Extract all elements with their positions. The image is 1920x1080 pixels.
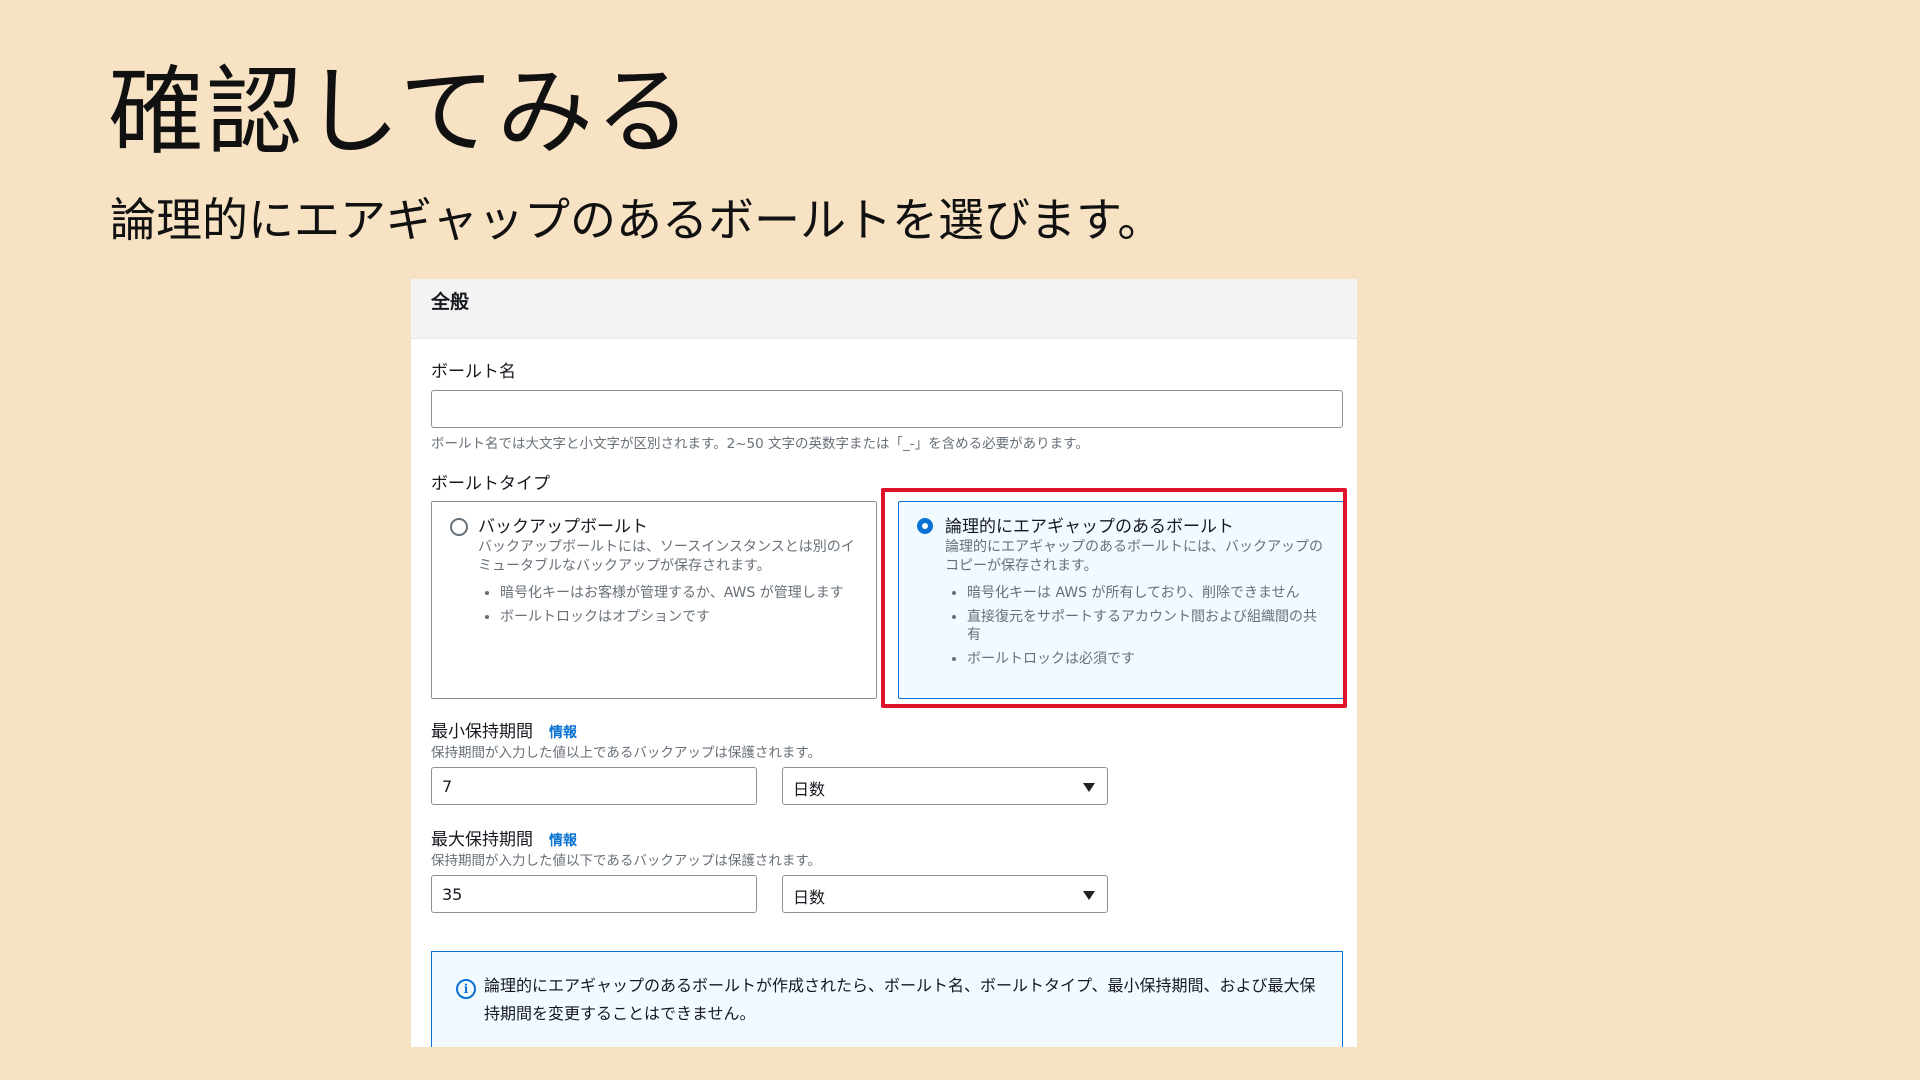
slide-subtitle: 論理的にエアギャップのあるボールトを選びます。 <box>110 193 1164 247</box>
option-bullets: 暗号化キーはお客様が管理するか、AWS が管理します ボールトロックはオプション… <box>478 584 860 632</box>
caret-down-icon <box>1083 891 1095 900</box>
max-retention-info-link[interactable]: 情報 <box>549 833 577 849</box>
info-alert-message: 論理的にエアギャップのあるボールトが作成されたら、ボールト名、ボールトタイプ、最… <box>484 976 1316 1023</box>
min-retention-input[interactable] <box>431 767 757 805</box>
caret-down-icon <box>1083 783 1095 792</box>
max-retention-label: 最大保持期間 情報 <box>431 825 577 850</box>
vault-type-label: ボールトタイプ <box>431 474 550 494</box>
option-title: バックアップボールト <box>478 517 648 537</box>
vault-type-option-backup[interactable]: バックアップボールト バックアップボールトには、ソースインスタンスとは別のイミュ… <box>431 501 877 699</box>
vault-name-hint: ボールト名では大文字と小文字が区別されます。2~50 文字の英数字または「_-」… <box>431 436 1089 452</box>
min-retention-hint: 保持期間が入力した値以上であるバックアップは保護されます。 <box>431 745 822 761</box>
min-retention-unit-select[interactable]: 日数 <box>782 767 1108 805</box>
option-bullet: ボールトロックはオプションです <box>500 608 860 626</box>
option-bullet: 暗号化キーはお客様が管理するか、AWS が管理します <box>500 584 860 602</box>
min-retention-label: 最小保持期間 情報 <box>431 717 577 742</box>
panel-header-title: 全般 <box>431 291 470 313</box>
min-retention-info-link[interactable]: 情報 <box>549 725 577 741</box>
select-value: 日数 <box>793 780 826 799</box>
option-description: バックアップボールトには、ソースインスタンスとは別のイミュータブルなバックアップ… <box>478 539 855 574</box>
highlight-box <box>881 488 1347 708</box>
min-retention-label-text: 最小保持期間 <box>431 722 533 742</box>
max-retention-label-text: 最大保持期間 <box>431 830 533 850</box>
vault-name-input[interactable] <box>431 390 1343 428</box>
max-retention-hint: 保持期間が入力した値以下であるバックアップは保護されます。 <box>431 853 822 869</box>
info-icon: i <box>456 979 476 999</box>
vault-name-label: ボールト名 <box>431 362 516 382</box>
slide-title: 確認してみる <box>108 56 694 168</box>
select-value: 日数 <box>793 888 826 907</box>
info-alert: i 論理的にエアギャップのあるボールトが作成されたら、ボールト名、ボールトタイプ… <box>431 951 1343 1047</box>
panel-header: 全般 <box>411 279 1357 339</box>
max-retention-input[interactable] <box>431 875 757 913</box>
max-retention-unit-select[interactable]: 日数 <box>782 875 1108 913</box>
radio-button[interactable] <box>450 518 468 536</box>
